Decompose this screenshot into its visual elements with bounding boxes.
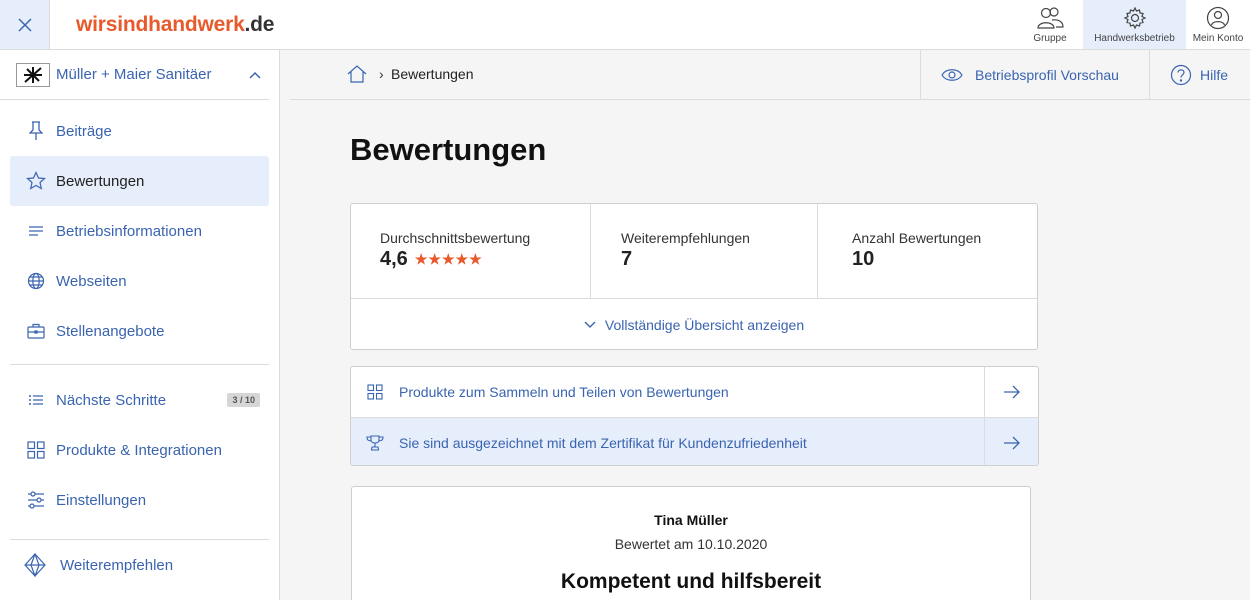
sidebar-item-jobs[interactable]: Stellenangebote [10,306,269,356]
sidebar-item-business-info[interactable]: Betriebsinformationen [10,206,269,256]
stat-average: Durchschnittsbewertung 4,6 ★ ★ ★ ★ ★ [351,204,591,298]
company-switcher[interactable]: Müller + Maier Sanitäer [0,50,269,100]
list-icon [29,395,43,405]
sidebar-item-label: Einstellungen [56,491,147,509]
sidebar-item-next-steps[interactable]: Nächste Schritte 3 / 10 [10,375,269,425]
pin-icon [29,121,43,140]
gear-icon [1123,6,1146,29]
top-nav-account[interactable]: Mein Konto [1186,0,1250,49]
profile-preview-button[interactable]: Betriebsprofil Vorschau [920,50,1150,99]
links-card: Produkte zum Sammeln und Teilen von Bewe… [350,366,1039,466]
help-button[interactable]: Hilfe [1170,50,1228,99]
logo-text-main: sindhandwerk [105,12,245,36]
close-button[interactable] [0,0,50,49]
sidebar: Müller + Maier Sanitäer Beiträge Bewertu… [0,50,280,600]
stats-card: Durchschnittsbewertung 4,6 ★ ★ ★ ★ ★ Wei… [350,203,1038,350]
sidebar-item-label: Webseiten [56,272,127,290]
logo-text-tld: .de [244,12,275,36]
help-label: Hilfe [1200,66,1229,83]
link-certificate[interactable]: Sie sind ausgezeichnet mit dem Zertifika… [351,417,1038,465]
help-icon [1170,64,1192,85]
stat-recommendations-value: 7 [621,248,633,270]
home-icon[interactable] [347,65,367,83]
link-review-products[interactable]: Produkte zum Sammeln und Teilen von Bewe… [351,367,1038,417]
stat-recommendations: Weiterempfehlungen 7 [591,204,818,298]
grid-icon [27,441,45,459]
logo-text-wir: wir [76,12,106,36]
arrow-right-icon [1003,436,1020,449]
star-icon [26,171,46,190]
sidebar-item-reviews[interactable]: Bewertungen [10,156,269,206]
top-nav: Gruppe Handwerksbetrieb Mein Konto [1017,0,1250,49]
link-review-products-label: Produkte zum Sammeln und Teilen von Bewe… [399,384,729,400]
group-icon [1037,6,1064,29]
breadcrumb-bar: › Bewertungen Betriebsprofil Vorschau Hi… [290,50,1250,100]
sidebar-item-label: Stellenangebote [56,322,165,340]
sidebar-item-recommend[interactable]: Weiterempfehlen [0,540,279,590]
sidebar-item-label: Produkte & Integrationen [56,441,222,459]
review-author: Tina Müller [654,512,728,528]
sidebar-item-label: Bewertungen [56,172,145,190]
show-full-overview-label: Vollständige Übersicht anzeigen [604,316,805,333]
stat-count: Anzahl Bewertungen 10 [818,204,981,298]
top-nav-group-label: Gruppe [1033,32,1067,44]
star-icon: ★ [428,251,441,267]
sidebar-item-label: Weiterempfehlen [60,556,174,574]
star-icon: ★ [414,251,428,267]
breadcrumb-current: Bewertungen [391,66,474,82]
diamond-icon [24,553,46,577]
top-nav-account-label: Mein Konto [1192,32,1244,44]
star-icon: ★ [455,251,469,267]
link-certificate-label: Sie sind ausgezeichnet mit dem Zertifika… [399,434,807,451]
close-icon [17,17,32,32]
top-bar: wir sindhandwerk .de Gruppe Handwerksbetri… [0,0,1250,50]
briefcase-icon [27,323,45,339]
globe-icon [27,272,45,290]
stat-average-label: Durchschnittsbewertung [380,230,531,246]
company-logo [16,62,50,87]
breadcrumb-separator: › [379,66,384,82]
star-icon: ★ [469,251,482,267]
rating-stars: ★ ★ ★ ★ ★ [415,251,483,268]
lines-icon [29,226,43,236]
grid-icon [367,384,383,400]
sliders-icon [28,491,44,509]
eye-icon [941,68,963,81]
sidebar-item-posts[interactable]: Beiträge [10,106,269,156]
top-nav-business-label: Handwerksbetrieb [1094,32,1175,44]
site-logo[interactable]: wir sindhandwerk .de [50,0,274,49]
progress-badge: 3 / 10 [227,393,260,407]
sidebar-item-label: Betriebsinformationen [56,222,202,240]
stat-recommendations-label: Weiterempfehlungen [621,230,750,246]
stat-average-value: 4,6 [380,248,408,270]
sidebar-item-label: Beiträge [56,122,112,140]
arrow-right-icon [1003,385,1020,399]
company-logo-icon [24,66,42,83]
star-icon: ★ [441,251,455,267]
company-name: Müller + Maier Sanitäer [56,66,212,83]
chevron-down-icon [584,321,596,328]
show-full-overview-button[interactable]: Vollständige Übersicht anzeigen [351,299,1037,350]
review-card: Tina Müller Bewertet am 10.10.2020 Kompe… [351,486,1031,600]
top-nav-business[interactable]: Handwerksbetrieb [1083,0,1186,49]
page-title: Bewertungen [350,132,547,167]
review-date: Bewertet am 10.10.2020 [614,536,768,552]
trophy-icon [366,434,384,451]
sidebar-item-websites[interactable]: Webseiten [10,256,269,306]
profile-preview-label: Betriebsprofil Vorschau [975,66,1119,83]
account-icon [1206,6,1230,29]
stat-count-label: Anzahl Bewertungen [852,230,982,246]
sidebar-item-products[interactable]: Produkte & Integrationen [10,425,269,475]
stat-count-value: 10 [852,248,875,270]
top-nav-group[interactable]: Gruppe [1017,0,1083,49]
sidebar-item-label: Nächste Schritte [56,391,167,409]
chevron-up-icon [249,71,261,79]
review-headline: Kompetent und hilfsbereit [560,570,822,593]
sidebar-item-settings[interactable]: Einstellungen [10,475,269,525]
